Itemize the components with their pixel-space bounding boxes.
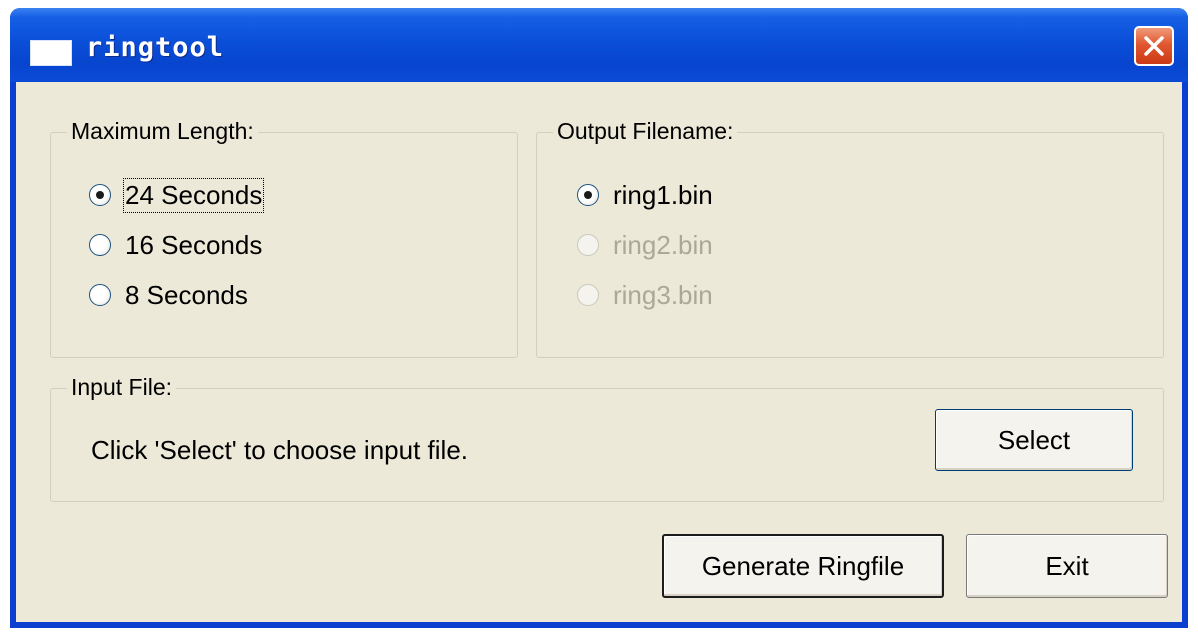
generate-ringfile-button[interactable]: Generate Ringfile [662,534,944,598]
close-button[interactable] [1134,26,1174,66]
radio-ring2-bin: ring2.bin [577,229,713,261]
radio-button-checked[interactable] [89,184,111,206]
input-file-group: Input File: Click 'Select' to choose inp… [50,374,1164,502]
exit-button[interactable]: Exit [966,534,1168,598]
radio-button[interactable] [89,284,111,306]
max-length-group: Maximum Length: 24 Seconds 16 Seconds 8 … [50,118,518,358]
input-file-message: Click 'Select' to choose input file. [91,435,468,465]
window-title: ringtool [86,32,225,63]
radio-label-24-seconds: 24 Seconds [122,177,265,213]
close-icon [1144,36,1164,56]
radio-ring3-bin: ring3.bin [577,279,713,311]
radio-label-ring2: ring2.bin [613,229,713,260]
radio-label-ring3: ring3.bin [613,279,713,310]
dialog-client-area: Maximum Length: 24 Seconds 16 Seconds 8 … [16,82,1182,622]
output-filename-legend: Output Filename: [553,118,738,145]
radio-8-seconds[interactable]: 8 Seconds [89,279,248,311]
radio-button-disabled [577,284,599,306]
title-bar[interactable]: ringtool [10,8,1188,82]
radio-24-seconds[interactable]: 24 Seconds [89,177,265,213]
radio-label-16-seconds: 16 Seconds [125,229,263,260]
radio-label-ring1: ring1.bin [613,179,713,210]
radio-button[interactable] [89,234,111,256]
ringtool-window: ringtool Maximum Length: 24 Seconds 16 S… [10,8,1188,628]
select-button[interactable]: Select [935,409,1133,471]
radio-button-disabled [577,234,599,256]
app-icon [30,40,72,66]
radio-16-seconds[interactable]: 16 Seconds [89,229,262,261]
radio-label-8-seconds: 8 Seconds [125,279,248,310]
max-length-legend: Maximum Length: [67,118,258,145]
input-file-legend: Input File: [67,374,176,401]
output-filename-group: Output Filename: ring1.bin ring2.bin rin… [536,118,1164,358]
radio-ring1-bin[interactable]: ring1.bin [577,179,713,211]
radio-button-checked[interactable] [577,184,599,206]
